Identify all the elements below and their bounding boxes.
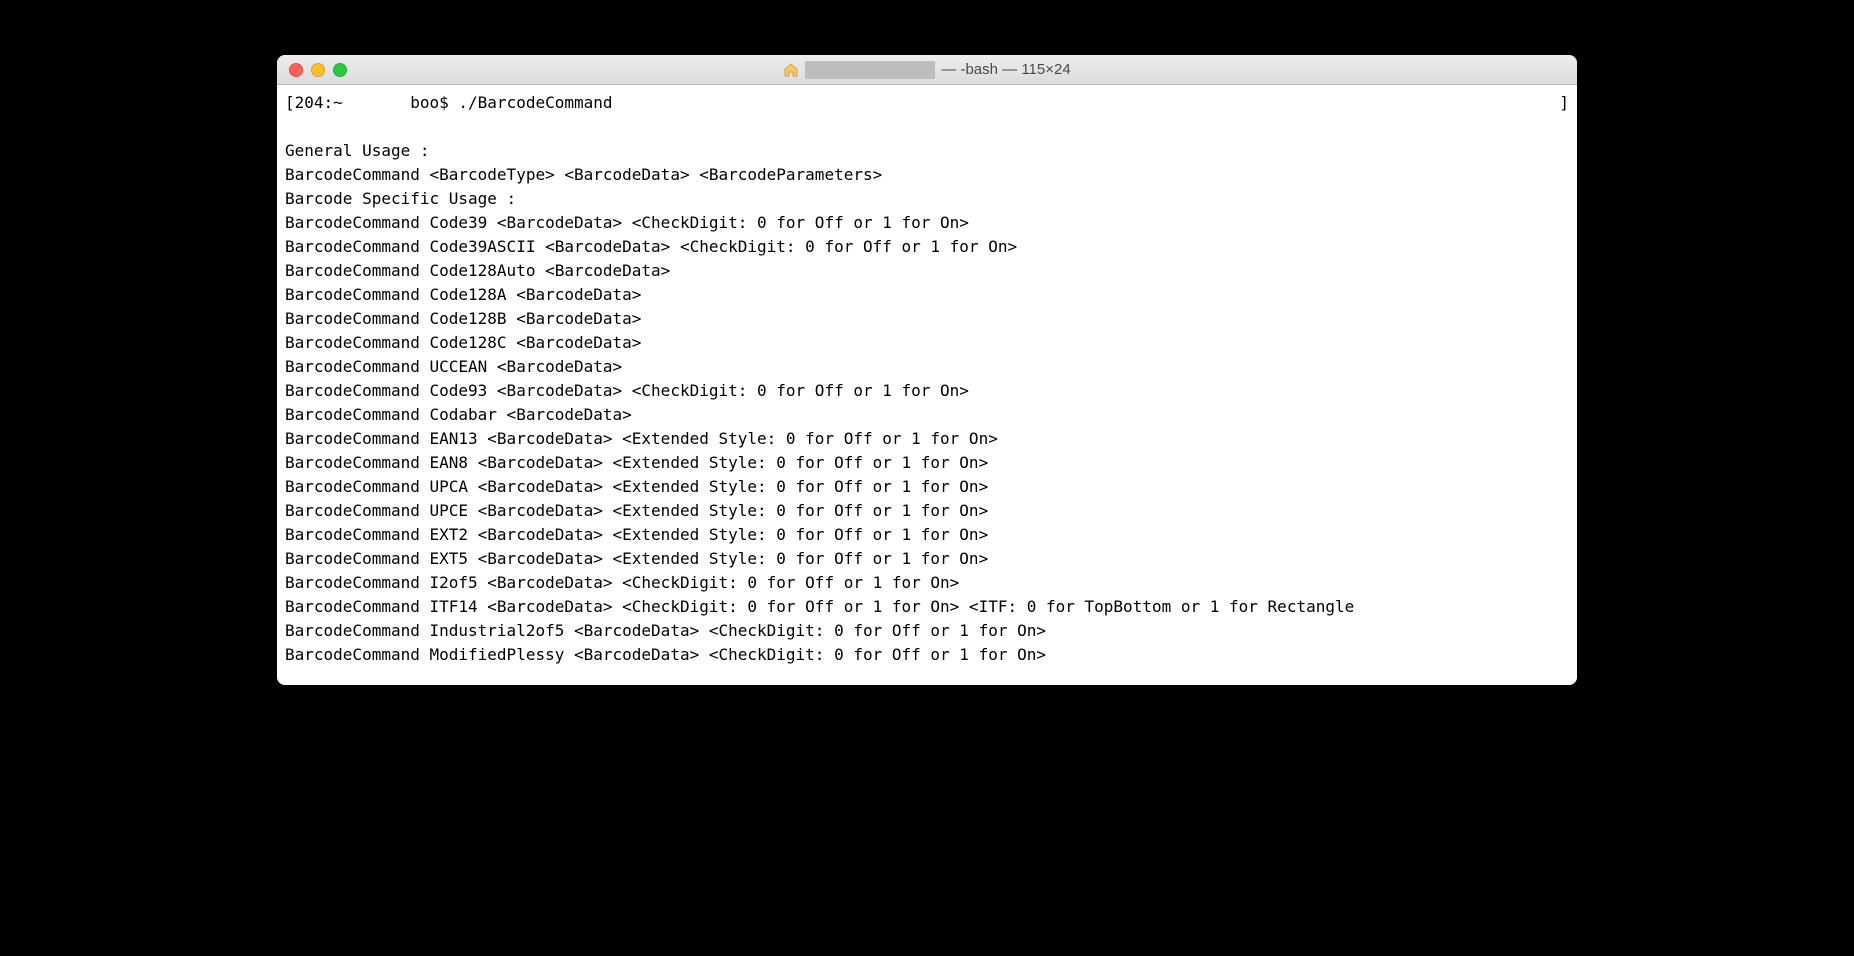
traffic-lights [289,63,347,77]
output-line [285,115,1569,139]
output-line: BarcodeCommand ITF14 <BarcodeData> <Chec… [285,595,1569,619]
output-line: BarcodeCommand Code128A <BarcodeData> [285,283,1569,307]
output-line: BarcodeCommand Code128B <BarcodeData> [285,307,1569,331]
output-line: BarcodeCommand EXT2 <BarcodeData> <Exten… [285,523,1569,547]
redacted-username [805,61,935,79]
home-icon [783,62,799,78]
close-button[interactable] [289,63,303,77]
output-line: BarcodeCommand <BarcodeType> <BarcodeDat… [285,163,1569,187]
minimize-button[interactable] [311,63,325,77]
output-line: General Usage : [285,139,1569,163]
output-line: BarcodeCommand ModifiedPlessy <BarcodeDa… [285,643,1569,667]
output-line: BarcodeCommand UCCEAN <BarcodeData> [285,355,1569,379]
maximize-button[interactable] [333,63,347,77]
prompt-line: [204:~ boo$ ./BarcodeCommand] [285,91,1569,115]
terminal-output: General Usage :BarcodeCommand <BarcodeTy… [285,115,1569,667]
title-text: — -bash — 115×24 [941,61,1070,78]
output-line: BarcodeCommand EAN13 <BarcodeData> <Exte… [285,427,1569,451]
output-line: BarcodeCommand Code128C <BarcodeData> [285,331,1569,355]
window-title: — -bash — 115×24 [783,61,1070,79]
output-line: BarcodeCommand EXT5 <BarcodeData> <Exten… [285,547,1569,571]
output-line: BarcodeCommand Code39ASCII <BarcodeData>… [285,235,1569,259]
output-line: BarcodeCommand Code93 <BarcodeData> <Che… [285,379,1569,403]
output-line: Barcode Specific Usage : [285,187,1569,211]
title-bar[interactable]: — -bash — 115×24 [277,55,1577,85]
output-line: BarcodeCommand UPCE <BarcodeData> <Exten… [285,499,1569,523]
prompt-text: 204:~ boo$ ./BarcodeCommand [295,91,613,115]
output-line: BarcodeCommand I2of5 <BarcodeData> <Chec… [285,571,1569,595]
output-line: BarcodeCommand Code128Auto <BarcodeData> [285,259,1569,283]
output-line: BarcodeCommand Code39 <BarcodeData> <Che… [285,211,1569,235]
output-line: BarcodeCommand EAN8 <BarcodeData> <Exten… [285,451,1569,475]
output-line: BarcodeCommand Industrial2of5 <BarcodeDa… [285,619,1569,643]
terminal-window: — -bash — 115×24 [204:~ boo$ ./BarcodeCo… [277,55,1577,685]
terminal-body[interactable]: [204:~ boo$ ./BarcodeCommand] General Us… [277,85,1577,685]
prompt-right-bracket: ] [1559,91,1569,115]
prompt-left-bracket: [ [285,91,295,115]
output-line: BarcodeCommand Codabar <BarcodeData> [285,403,1569,427]
output-line: BarcodeCommand UPCA <BarcodeData> <Exten… [285,475,1569,499]
